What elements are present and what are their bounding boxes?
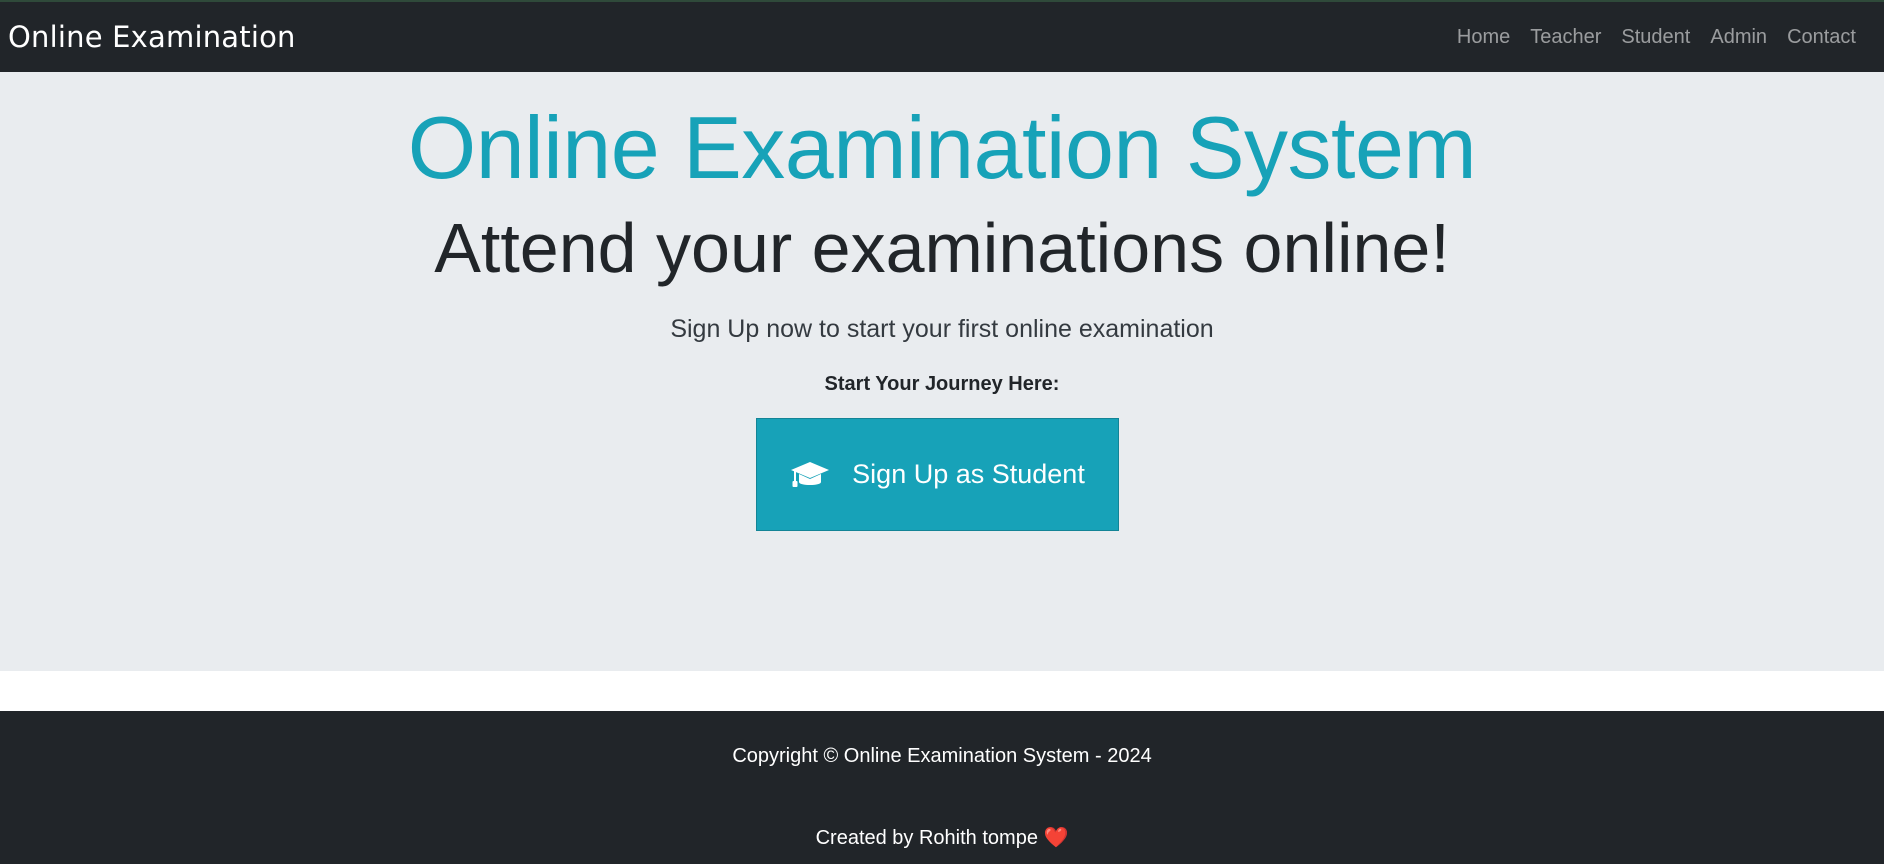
nav-link-student[interactable]: Student	[1611, 26, 1700, 49]
hero-lead-text: Sign Up now to start your first online e…	[670, 315, 1214, 343]
navbar-brand[interactable]: Online Examination	[8, 20, 296, 54]
credit-text: Created by Rohith tompe	[815, 827, 1038, 849]
graduation-cap-icon	[790, 460, 830, 490]
page-footer: Copyright © Online Examination System - …	[0, 711, 1884, 864]
hero-jumbotron: Online Examination System Attend your ex…	[0, 72, 1884, 671]
nav-link-home[interactable]: Home	[1447, 26, 1520, 49]
journey-label: Start Your Journey Here:	[824, 373, 1060, 395]
top-navbar: Online Examination Home Teacher Student …	[0, 0, 1884, 72]
nav-link-teacher[interactable]: Teacher	[1520, 26, 1611, 49]
nav-link-admin[interactable]: Admin	[1700, 26, 1777, 49]
nav-links: Home Teacher Student Admin Contact	[1447, 26, 1866, 49]
copyright-text: Copyright © Online Examination System - …	[732, 745, 1152, 767]
hero-subtitle: Attend your examinations online!	[434, 209, 1450, 287]
credit-line: Created by Rohith tompe ❤️	[0, 825, 1884, 850]
hero-title: Online Examination System	[407, 98, 1477, 197]
heart-icon: ❤️	[1043, 827, 1069, 849]
sign-up-button-label: Sign Up as Student	[852, 459, 1085, 489]
nav-link-contact[interactable]: Contact	[1777, 26, 1866, 49]
sign-up-student-button[interactable]: Sign Up as Student	[756, 418, 1119, 531]
